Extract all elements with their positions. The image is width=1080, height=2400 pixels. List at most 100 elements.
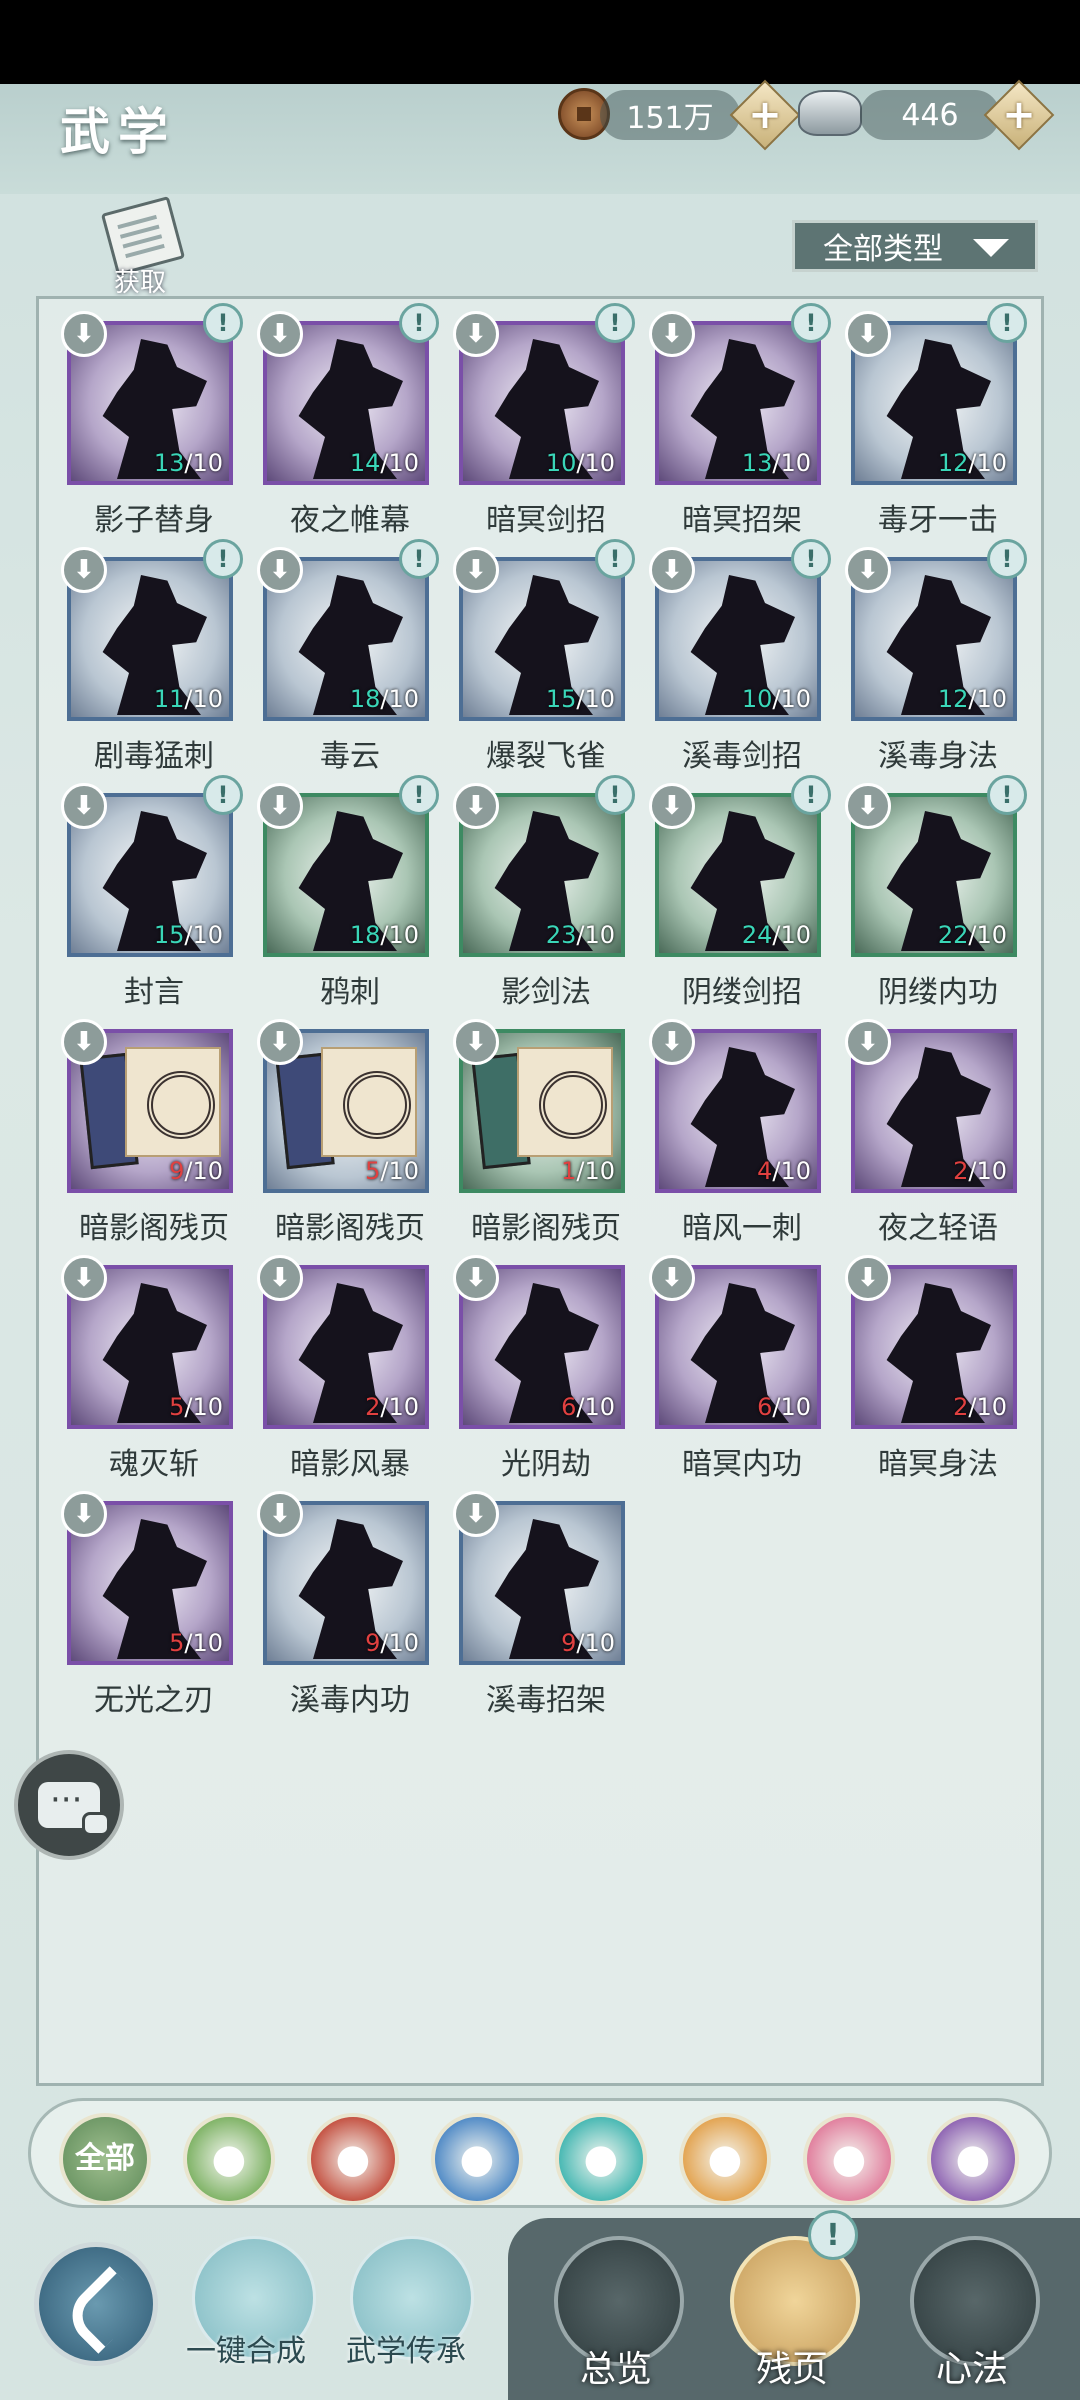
fragment-need: 10	[192, 685, 223, 713]
skill-card[interactable]: ⬇ 5/10 魂灭斩	[61, 1255, 233, 1482]
fragment-count: 15/10	[153, 921, 223, 949]
skill-name: 暗冥内功	[682, 1447, 802, 1482]
moon-icon[interactable]: ●	[803, 2113, 895, 2205]
download-icon: ⬇	[257, 783, 303, 829]
skill-card[interactable]: ⬇! 10/10 溪毒剑招	[649, 539, 831, 774]
type-filter-dropdown[interactable]: 全部类型	[792, 220, 1038, 272]
skill-card[interactable]: ⬇! 14/10 夜之帷幕	[257, 303, 439, 538]
fragment-count: 11/10	[153, 685, 223, 713]
fragment-have: 15	[153, 921, 185, 949]
fragment-need: 10	[976, 685, 1007, 713]
fragment-need: 10	[780, 685, 811, 713]
fragment-count: 2/10	[953, 1393, 1007, 1421]
skill-card[interactable]: ⬇! 11/10 剧毒猛刺	[61, 539, 243, 774]
skill-name: 暗风一刺	[682, 1211, 802, 1246]
skill-name: 暗影阁残页	[275, 1211, 425, 1246]
download-icon: ⬇	[453, 783, 499, 829]
fragment-count: 12/10	[937, 685, 1007, 713]
fragment-count: 4/10	[757, 1157, 811, 1185]
skill-name: 爆裂飞雀	[486, 739, 606, 774]
skill-name: 暗冥招架	[682, 503, 802, 538]
skill-card[interactable]: ⬇ 1/10 暗影阁残页	[453, 1019, 625, 1246]
fragment-count: 13/10	[153, 449, 223, 477]
fragment-need: 10	[584, 685, 615, 713]
fragment-have: 9	[561, 1629, 577, 1657]
acquire-button[interactable]: 获取	[96, 196, 192, 298]
alert-icon: !	[791, 775, 831, 815]
chat-button[interactable]	[14, 1750, 124, 1860]
alert-icon: !	[595, 539, 635, 579]
skill-card[interactable]: ⬇! 10/10 暗冥剑招	[453, 303, 635, 538]
skill-card[interactable]: ⬇! 12/10 溪毒身法	[845, 539, 1027, 774]
fragment-need: 10	[388, 685, 419, 713]
skill-name: 光阴劫	[501, 1447, 591, 1482]
skill-card[interactable]: ⬇! 22/10 阴缕内功	[845, 775, 1027, 1010]
fragment-count: 14/10	[349, 449, 419, 477]
skill-card[interactable]: ⬇ 6/10 暗冥内功	[649, 1255, 821, 1482]
silver-amount: 446	[860, 90, 1000, 140]
skill-card[interactable]: ⬇ 5/10 暗影阁残页	[257, 1019, 429, 1246]
download-icon: ⬇	[649, 783, 695, 829]
fragment-have: 5	[169, 1393, 185, 1421]
shadow-icon[interactable]: ●	[927, 2113, 1019, 2205]
fragment-have: 11	[153, 685, 185, 713]
fragment-have: 13	[741, 449, 773, 477]
fragment-count: 18/10	[349, 921, 419, 949]
skill-card[interactable]: ⬇ 9/10 暗影阁残页	[61, 1019, 233, 1246]
fragment-need: 10	[388, 1157, 419, 1185]
fragment-have: 2	[953, 1393, 969, 1421]
download-icon: ⬇	[257, 1255, 303, 1301]
chat-small-icon	[82, 1812, 110, 1836]
grass-icon[interactable]: ●	[183, 2113, 275, 2205]
download-icon: ⬇	[453, 1491, 499, 1537]
skill-card[interactable]: ⬇! 24/10 阴缕剑招	[649, 775, 831, 1010]
alert-icon: !	[203, 539, 243, 579]
skill-name: 封言	[124, 975, 184, 1010]
skill-card[interactable]: ⬇ 2/10 暗冥身法	[845, 1255, 1017, 1482]
fragment-have: 10	[545, 449, 577, 477]
fragment-count: 9/10	[169, 1157, 223, 1185]
skill-card[interactable]: ⬇ 2/10 夜之轻语	[845, 1019, 1017, 1246]
fragment-have: 22	[937, 921, 969, 949]
download-icon: ⬇	[257, 1491, 303, 1537]
skill-card[interactable]: ⬇! 18/10 鸦刺	[257, 775, 439, 1010]
skill-card[interactable]: ⬇ 9/10 溪毒招架	[453, 1491, 625, 1718]
fragment-have: 14	[349, 449, 381, 477]
fragment-need: 10	[780, 449, 811, 477]
fragment-have: 5	[169, 1629, 185, 1657]
wind-icon[interactable]: ●	[555, 2113, 647, 2205]
fragment-have: 10	[741, 685, 773, 713]
fragment-need: 10	[388, 1393, 419, 1421]
fragment-count: 12/10	[937, 449, 1007, 477]
skill-name: 夜之轻语	[878, 1211, 998, 1246]
download-icon: ⬇	[649, 311, 695, 357]
shield-icon[interactable]: ●	[679, 2113, 771, 2205]
skill-card[interactable]: ⬇! 13/10 暗冥招架	[649, 303, 831, 538]
skill-name: 暗冥剑招	[486, 503, 606, 538]
skill-card[interactable]: ⬇ 6/10 光阴劫	[453, 1255, 625, 1482]
fragment-count: 15/10	[545, 685, 615, 713]
skill-name: 影子替身	[94, 503, 214, 538]
skill-card[interactable]: ⬇! 12/10 毒牙一击	[845, 303, 1027, 538]
skill-card[interactable]: ⬇! 15/10 封言	[61, 775, 243, 1010]
fragment-have: 2	[365, 1393, 381, 1421]
skill-card[interactable]: ⬇! 23/10 影剑法	[453, 775, 635, 1010]
fragment-need: 10	[192, 921, 223, 949]
skill-card[interactable]: ⬇! 13/10 影子替身	[61, 303, 243, 538]
fragment-count: 2/10	[953, 1157, 1007, 1185]
skill-name: 无光之刃	[94, 1683, 214, 1718]
skill-card[interactable]: ⬇! 18/10 毒云	[257, 539, 439, 774]
skill-card[interactable]: ⬇ 9/10 溪毒内功	[257, 1491, 429, 1718]
fragment-need: 10	[584, 1157, 615, 1185]
fragment-count: 18/10	[349, 685, 419, 713]
water-icon[interactable]: ●	[431, 2113, 523, 2205]
skill-card[interactable]: ⬇ 5/10 无光之刃	[61, 1491, 233, 1718]
skill-card[interactable]: ⬇ 2/10 暗影风暴	[257, 1255, 429, 1482]
skill-card[interactable]: ⬇ 4/10 暗风一刺	[649, 1019, 821, 1246]
skill-card[interactable]: ⬇! 15/10 爆裂飞雀	[453, 539, 635, 774]
fragment-count: 6/10	[561, 1393, 615, 1421]
back-button[interactable]	[34, 2242, 158, 2366]
all-icon[interactable]: 全部	[59, 2113, 151, 2205]
fire-icon[interactable]: ●	[307, 2113, 399, 2205]
download-icon: ⬇	[61, 547, 107, 593]
